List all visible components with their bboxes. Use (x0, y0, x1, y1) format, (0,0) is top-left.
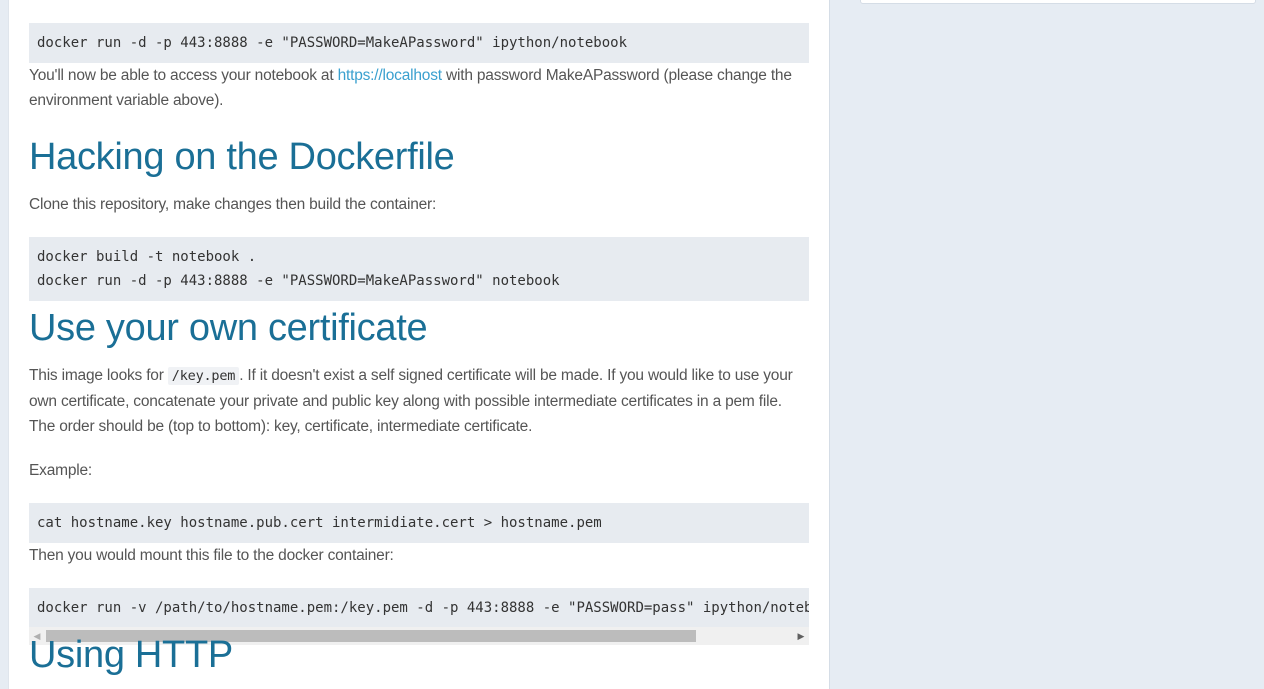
access-paragraph: You'll now be able to access your notebo… (29, 63, 809, 113)
code-block-run: docker run -d -p 443:8888 -e "PASSWORD=M… (29, 23, 809, 63)
cert-text-prefix: This image looks for (29, 367, 168, 384)
code-block-cat: cat hostname.key hostname.pub.cert inter… (29, 503, 809, 543)
code-block-mount[interactable]: docker run -v /path/to/hostname.pem:/key… (29, 588, 809, 627)
key-pem-inline-code: /key.pem (167, 367, 240, 385)
certificate-paragraph: This image looks for /key.pem. If it doe… (29, 363, 809, 439)
localhost-link[interactable]: https://localhost (338, 67, 443, 84)
example-label: Example: (29, 462, 93, 479)
access-text-prefix: You'll now be able to access your notebo… (29, 67, 338, 84)
readme-content: docker run -d -p 443:8888 -e "PASSWORD=M… (8, 0, 830, 689)
code-block-build: docker build -t notebook . docker run -d… (29, 237, 809, 301)
clone-paragraph: Clone this repository, make changes then… (29, 196, 437, 213)
sidebar-panel (860, 0, 1256, 4)
heading-certificate: Use your own certificate (29, 307, 428, 349)
heading-http: Using HTTP (29, 634, 233, 676)
heading-hacking: Hacking on the Dockerfile (29, 136, 455, 178)
mount-paragraph: Then you would mount this file to the do… (29, 547, 394, 564)
scroll-right-arrow-icon[interactable]: ▶ (793, 627, 809, 645)
